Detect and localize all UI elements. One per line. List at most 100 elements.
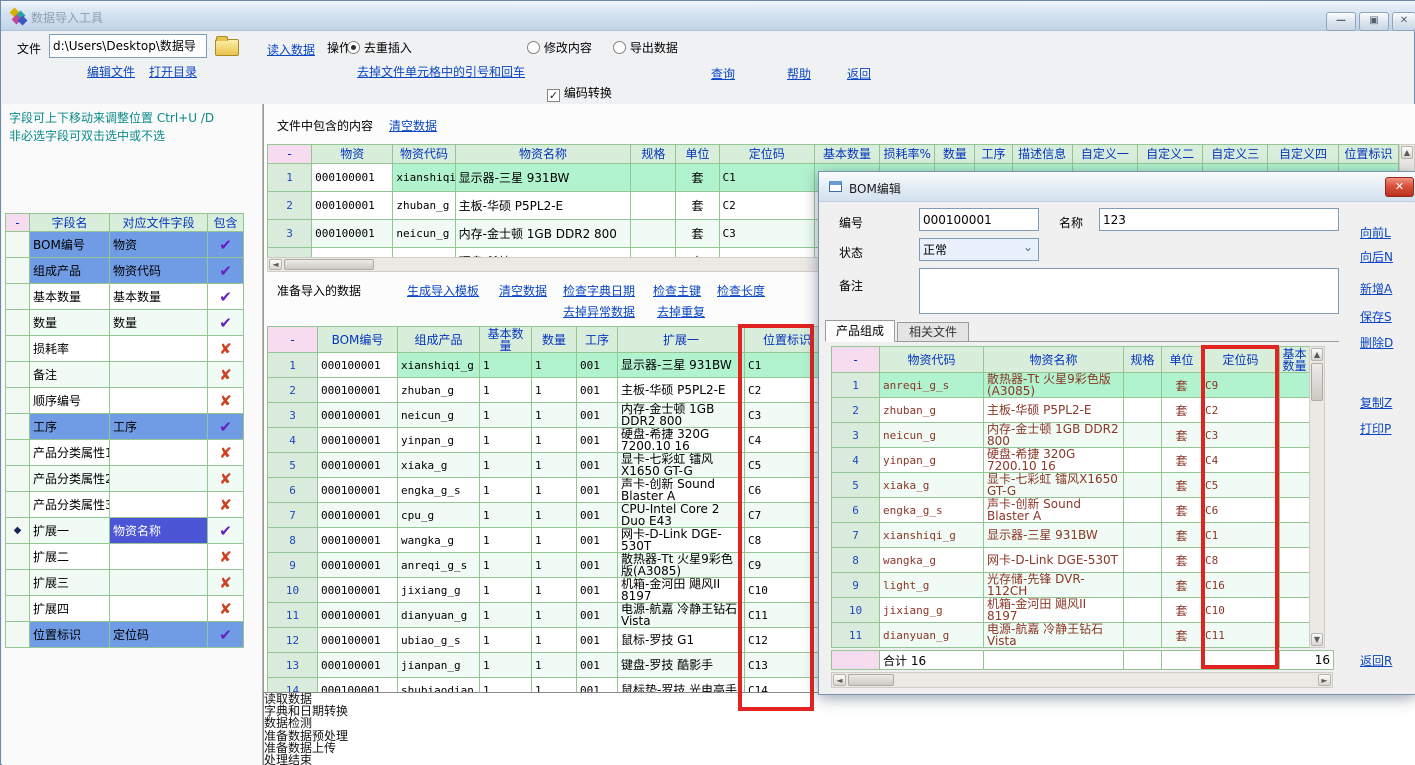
col-header[interactable]: 单位 (676, 145, 719, 164)
col-header[interactable]: 数量 (935, 145, 975, 164)
cell-qty[interactable]: 1 (532, 478, 577, 503)
cell-proc[interactable]: 001 (577, 553, 618, 578)
cell-code[interactable]: neicun_g (880, 423, 984, 448)
col-header[interactable]: 基本数量 (814, 145, 879, 164)
import-link-检查主键[interactable]: 检查主键 (653, 282, 701, 299)
cell-bom[interactable]: 000100001 (318, 678, 398, 693)
cell-field-name[interactable]: 位置标识 (30, 622, 110, 648)
cell-qty[interactable]: 1 (532, 628, 577, 653)
col-header[interactable]: 描述信息 (1012, 145, 1072, 164)
cell-n[interactable]: 8 (268, 528, 318, 553)
col-header[interactable]: 物资 (312, 145, 393, 164)
col-header[interactable]: 工序 (975, 145, 1012, 164)
dialog-link-向前[interactable]: 向前L (1360, 224, 1391, 241)
cell-qty[interactable]: 1 (532, 403, 577, 428)
cell-proc[interactable]: 001 (577, 578, 618, 603)
cell-field-name[interactable]: 扩展四 (30, 596, 110, 622)
bom-name-input[interactable]: 123 (1099, 208, 1339, 231)
field-row[interactable]: 损耗率✘ (6, 336, 244, 362)
cell-included[interactable]: ✔ (208, 232, 244, 258)
cell-bom[interactable]: 000100001 (318, 503, 398, 528)
cell-included[interactable]: ✔ (208, 622, 244, 648)
cell-spec[interactable] (1124, 398, 1162, 423)
cell-code[interactable]: yinpan_g (880, 448, 984, 473)
cell-included[interactable]: ✘ (208, 492, 244, 518)
cell-base[interactable]: 1 (480, 378, 532, 403)
cell-field-name[interactable]: 基本数量 (30, 284, 110, 310)
cell-field-name[interactable]: 产品分类属性3 (30, 492, 110, 518)
cell-ext[interactable]: 主板-华硕 P5PL2-E (618, 378, 745, 403)
import-link-去掉异常数据[interactable]: 去掉异常数据 (563, 303, 635, 320)
cell-wuzi[interactable]: 000100001 (312, 192, 393, 220)
radio-修改内容[interactable]: 修改内容 (527, 39, 592, 56)
cell-name[interactable]: 显示器-三星 931BW (455, 164, 631, 192)
cell-qty[interactable]: 1 (532, 678, 577, 693)
cell-bom[interactable]: 000100001 (318, 403, 398, 428)
cell-n[interactable]: 8 (832, 548, 880, 573)
cell-base[interactable]: 1 (480, 578, 532, 603)
cell-n[interactable]: 2 (832, 398, 880, 423)
browse-folder-icon[interactable] (215, 39, 239, 56)
col-header[interactable]: 对应文件字段 (110, 214, 208, 232)
cell-bom[interactable]: 000100001 (318, 528, 398, 553)
cell-qty[interactable]: 1 (532, 453, 577, 478)
cell-ext[interactable]: 内存-金士顿 1GB DDR2 800 (618, 403, 745, 428)
cell-extra[interactable] (1280, 423, 1310, 448)
cell-n[interactable]: 10 (268, 578, 318, 603)
cell-spec[interactable] (631, 220, 676, 248)
cell-included[interactable]: ✘ (208, 466, 244, 492)
cell-unit[interactable]: 套 (1162, 598, 1202, 623)
cell-unit[interactable]: 套 (1162, 448, 1202, 473)
field-row[interactable]: BOM编号物资✔ (6, 232, 244, 258)
cell-unit[interactable]: 套 (676, 192, 719, 220)
cell-bom[interactable]: 000100001 (318, 353, 398, 378)
field-row[interactable]: 产品分类属性3 ✘ (6, 492, 244, 518)
cell-extra[interactable] (1280, 548, 1310, 573)
cell-file-field[interactable] (110, 544, 208, 570)
dialog-table-vscrollbar[interactable]: ▲ ▼ (1309, 346, 1325, 648)
open-dir-link[interactable]: 打开目录 (149, 63, 197, 80)
cell-code[interactable]: xianshiqi_g (880, 523, 984, 548)
cell-comp[interactable]: wangka_g (398, 528, 480, 553)
dialog-link-打印[interactable]: 打印P (1360, 420, 1391, 437)
cell-n[interactable]: 2 (268, 378, 318, 403)
cell-wuzi[interactable]: 000100001 (312, 248, 393, 258)
vscroll-thumb[interactable] (1311, 363, 1323, 401)
cell-code[interactable]: dianyuan_g (880, 623, 984, 648)
col-header[interactable]: 自定义三 (1203, 145, 1268, 164)
cell-n[interactable]: 3 (268, 403, 318, 428)
field-row[interactable]: 产品分类属性1✘ (6, 440, 244, 466)
cell-spec[interactable] (1124, 448, 1162, 473)
cell-spec[interactable] (1124, 498, 1162, 523)
cell-comp[interactable]: yinpan_g (398, 428, 480, 453)
cell-name[interactable]: 主板-华硕 P5PL2-E (455, 192, 631, 220)
col-header[interactable]: BOM编号 (318, 327, 398, 353)
cell-included[interactable]: ✔ (208, 258, 244, 284)
cell-unit[interactable]: 套 (676, 164, 719, 192)
cell-included[interactable]: ✘ (208, 440, 244, 466)
cell-comp[interactable]: dianyuan_g (398, 603, 480, 628)
cell-extra[interactable] (1280, 523, 1310, 548)
cell-comp[interactable]: xiaka_g (398, 453, 480, 478)
cell-included[interactable]: ✘ (208, 362, 244, 388)
cell-bom[interactable]: 000100001 (318, 653, 398, 678)
scroll-left-icon[interactable]: ◄ (269, 259, 282, 270)
cell-comp[interactable]: ubiao_g_s (398, 628, 480, 653)
cell-n[interactable]: 4 (268, 248, 312, 258)
cell-qty[interactable]: 1 (532, 553, 577, 578)
cell-comp[interactable]: shubiaodian_g_s (398, 678, 480, 693)
radio-导出数据[interactable]: 导出数据 (613, 39, 678, 56)
cell-base[interactable]: 1 (480, 353, 532, 378)
cell-proc[interactable]: 001 (577, 528, 618, 553)
cell-name[interactable]: 硬盘-希捷 320G 7200.10 16 (455, 248, 631, 258)
col-header[interactable]: 基本数量 (1280, 347, 1310, 373)
field-row[interactable]: 基本数量基本数量✔ (6, 284, 244, 310)
cell-base[interactable]: 1 (480, 403, 532, 428)
col-header[interactable]: 位置标识 (1338, 145, 1398, 164)
cell-n[interactable]: 5 (268, 453, 318, 478)
scroll-left-icon[interactable]: ◄ (833, 674, 846, 686)
cell-bom[interactable]: 000100001 (318, 603, 398, 628)
cell-base[interactable]: 1 (480, 603, 532, 628)
cell-qty[interactable]: 1 (532, 428, 577, 453)
cell-code[interactable]: engka_g_s (880, 498, 984, 523)
